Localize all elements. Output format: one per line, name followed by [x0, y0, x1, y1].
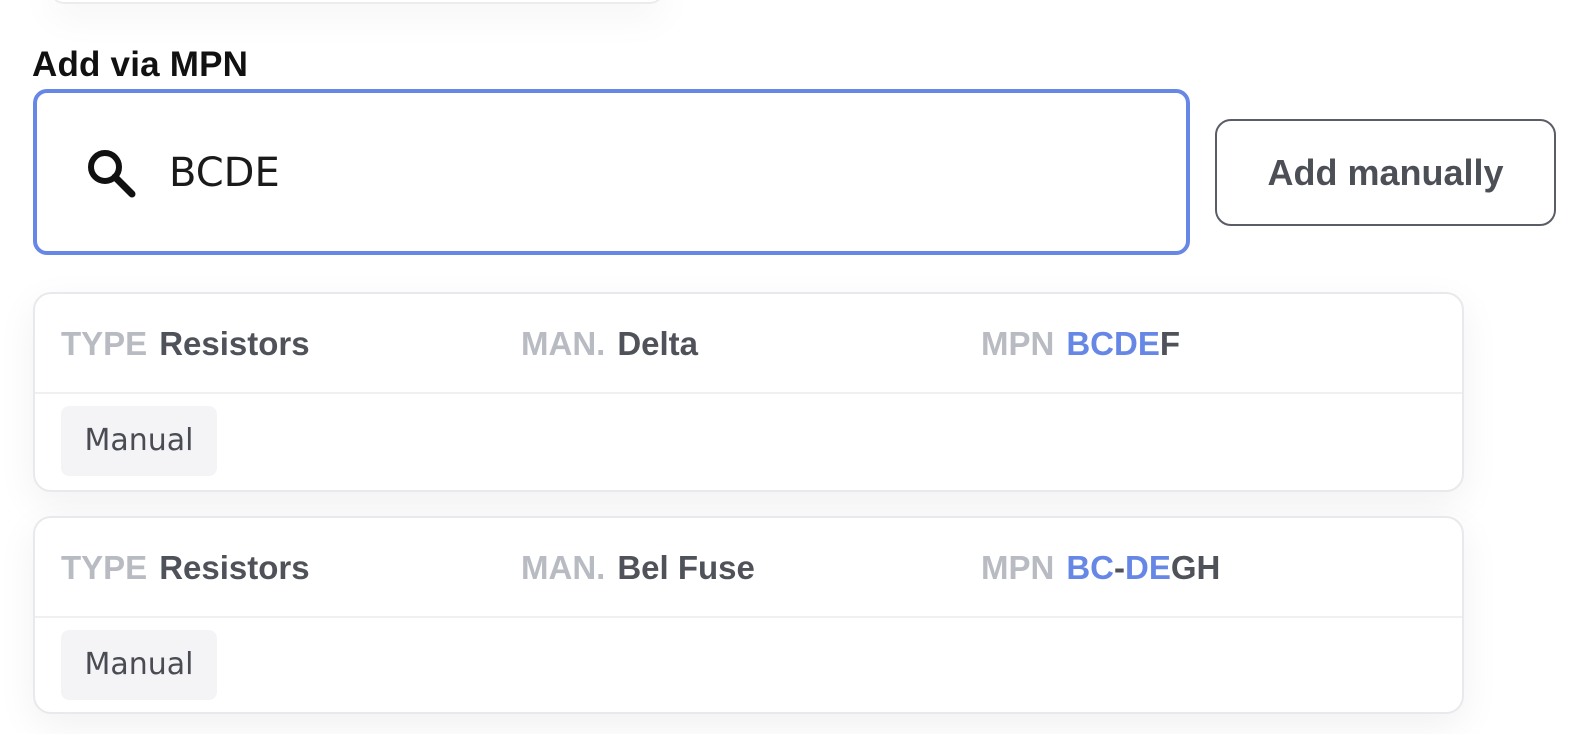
mpn-remainder: GH [1170, 549, 1221, 586]
manufacturer-label: MAN. [521, 325, 606, 362]
type-field: TYPE Resistors [61, 548, 310, 588]
mpn-label: MPN [981, 325, 1055, 362]
manufacturer-label: MAN. [521, 549, 606, 586]
source-badge: Manual [61, 630, 217, 700]
mpn-remainder: F [1159, 325, 1181, 362]
add-manually-button[interactable]: Add manually [1215, 119, 1556, 226]
mpn-field: MPN BC-DEGH [981, 548, 1220, 588]
mpn-field: MPN BCDEF [981, 324, 1180, 364]
type-label: TYPE [61, 549, 148, 586]
mpn-value: BC-DEGH [1066, 549, 1220, 586]
mpn-search-input[interactable] [169, 141, 1149, 205]
type-value: Resistors [159, 549, 310, 586]
search-icon [88, 150, 136, 198]
mpn-match-highlight: DE [1125, 549, 1171, 586]
type-value: Resistors [159, 325, 310, 362]
previous-card-edge [50, 0, 664, 4]
section-title: Add via MPN [32, 45, 249, 84]
mpn-label: MPN [981, 549, 1055, 586]
mpn-separator: - [1114, 549, 1126, 586]
manufacturer-value: Bel Fuse [617, 549, 755, 586]
type-label: TYPE [61, 325, 148, 362]
mpn-match-highlight: BCDE [1066, 325, 1160, 362]
result-fields-row: TYPE Resistors MAN. Bel Fuse MPN BC-DEGH [35, 518, 1462, 618]
page: Add via MPN Add manually TYPE Resistors M… [0, 0, 1582, 734]
manufacturer-field: MAN. Delta [521, 324, 698, 364]
search-result-card[interactable]: TYPE Resistors MAN. Delta MPN BCDEF Manual [33, 292, 1464, 492]
source-badge: Manual [61, 406, 217, 476]
result-fields-row: TYPE Resistors MAN. Delta MPN BCDEF [35, 294, 1462, 394]
manufacturer-field: MAN. Bel Fuse [521, 548, 755, 588]
search-result-card[interactable]: TYPE Resistors MAN. Bel Fuse MPN BC-DEGH Ma… [33, 516, 1464, 714]
mpn-match-highlight: BC [1066, 549, 1115, 586]
manufacturer-value: Delta [617, 325, 699, 362]
mpn-value: BCDEF [1066, 325, 1180, 362]
mpn-search-field[interactable] [33, 89, 1190, 255]
type-field: TYPE Resistors [61, 324, 310, 364]
